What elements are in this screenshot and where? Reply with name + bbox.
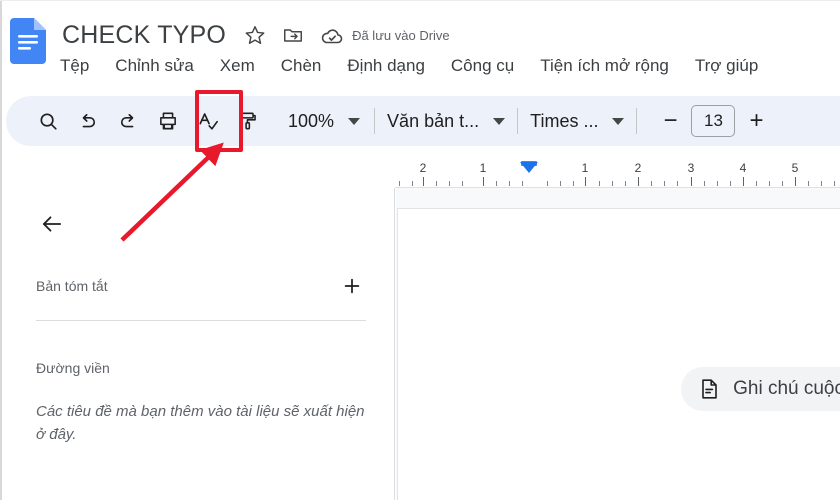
summary-divider — [36, 320, 366, 321]
menu-item-file[interactable]: Tệp — [60, 54, 102, 78]
ruler-number: 3 — [687, 161, 695, 175]
menu-item-extensions[interactable]: Tiện ích mở rộng — [527, 54, 682, 78]
chevron-down-icon — [493, 117, 506, 125]
menu-item-format[interactable]: Định dạng — [334, 54, 438, 78]
menu-item-insert[interactable]: Chèn — [268, 54, 335, 78]
document-page[interactable]: Ghi chú cuộc — [397, 208, 840, 500]
meeting-notes-chip-label: Ghi chú cuộc — [733, 378, 840, 399]
window-left-edge — [0, 0, 2, 500]
summary-section-header: Bản tóm tắt — [36, 272, 366, 300]
left-indent-marker[interactable] — [520, 162, 538, 173]
undo-icon[interactable] — [68, 101, 108, 141]
menu-item-help[interactable]: Trợ giúp — [682, 54, 771, 78]
outline-empty-text: Các tiêu đề mà bạn thêm vào tài liệu sẽ … — [36, 403, 365, 444]
ruler-number: 2 — [419, 161, 427, 175]
ruler-number: 5 — [791, 161, 799, 175]
body-area: Bản tóm tắt Đường viền Các tiêu đề mà bạ… — [0, 188, 840, 500]
summary-label: Bản tóm tắt — [36, 278, 108, 294]
cloud-saved-icon[interactable] — [320, 24, 343, 46]
outline-panel: Bản tóm tắt Đường viền Các tiêu đề mà bạ… — [0, 188, 395, 500]
star-icon[interactable] — [244, 24, 266, 46]
chevron-down-icon — [348, 117, 361, 125]
ruler-number: 1 — [581, 161, 589, 175]
font-family-label: Times ... — [530, 110, 599, 131]
toolbar-divider — [374, 108, 376, 134]
zoom-level-dropdown[interactable]: 100% — [278, 107, 362, 136]
menu-item-edit[interactable]: Chỉnh sửa — [102, 54, 206, 78]
title-row: CHECK TYPO Đã lưu vào Drive — [62, 18, 450, 52]
spellcheck-icon[interactable] — [188, 101, 228, 141]
google-docs-window: CHECK TYPO Đã lưu vào Drive Tệp Chỉnh sử… — [0, 0, 840, 500]
document-canvas: Ghi chú cuộc — [396, 188, 840, 500]
print-icon[interactable] — [148, 101, 188, 141]
font-family-dropdown[interactable]: Times ... — [530, 110, 625, 132]
font-size-increase-button[interactable]: + — [741, 106, 771, 136]
window-top-edge — [0, 0, 840, 1]
font-size-decrease-button[interactable]: − — [655, 106, 685, 136]
back-arrow-icon[interactable] — [34, 206, 70, 242]
page-title[interactable]: CHECK TYPO — [62, 21, 226, 50]
toolbar-divider — [636, 108, 638, 134]
search-icon[interactable] — [28, 101, 68, 141]
add-summary-button[interactable] — [338, 272, 366, 300]
toolbar-divider — [517, 108, 519, 134]
ruler-number: 4 — [739, 161, 747, 175]
google-docs-icon[interactable] — [10, 18, 46, 64]
toolbar-zone: 100% Văn bản t... Times ... − 13 + — [0, 82, 840, 160]
font-size-stepper: − 13 + — [655, 105, 771, 137]
redo-icon[interactable] — [108, 101, 148, 141]
menu-bar: Tệp Chỉnh sửa Xem Chèn Định dạng Công cụ… — [60, 54, 771, 78]
document-icon — [697, 377, 721, 401]
ruler-number: 1 — [479, 161, 487, 175]
zoom-level-label: 100% — [288, 110, 335, 131]
chevron-down-icon — [612, 117, 625, 125]
ruler-number: 2 — [634, 161, 642, 175]
paragraph-style-dropdown[interactable]: Văn bản t... — [387, 110, 506, 132]
paint-format-icon[interactable] — [228, 101, 268, 141]
paragraph-style-label: Văn bản t... — [387, 110, 480, 131]
outline-label: Đường viền — [36, 360, 110, 376]
menu-item-tools[interactable]: Công cụ — [438, 54, 527, 78]
title-action-icons — [244, 24, 343, 46]
save-status-label: Đã lưu vào Drive — [352, 27, 450, 43]
main-toolbar: 100% Văn bản t... Times ... − 13 + — [6, 96, 840, 146]
move-to-folder-icon[interactable] — [282, 24, 304, 46]
menu-item-view[interactable]: Xem — [207, 54, 268, 78]
meeting-notes-chip[interactable]: Ghi chú cuộc — [681, 367, 840, 411]
app-header: CHECK TYPO Đã lưu vào Drive Tệp Chỉnh sử… — [0, 0, 840, 82]
font-size-input[interactable]: 13 — [691, 105, 736, 137]
horizontal-ruler[interactable]: 2 1 1 2 3 4 5 — [395, 160, 840, 188]
